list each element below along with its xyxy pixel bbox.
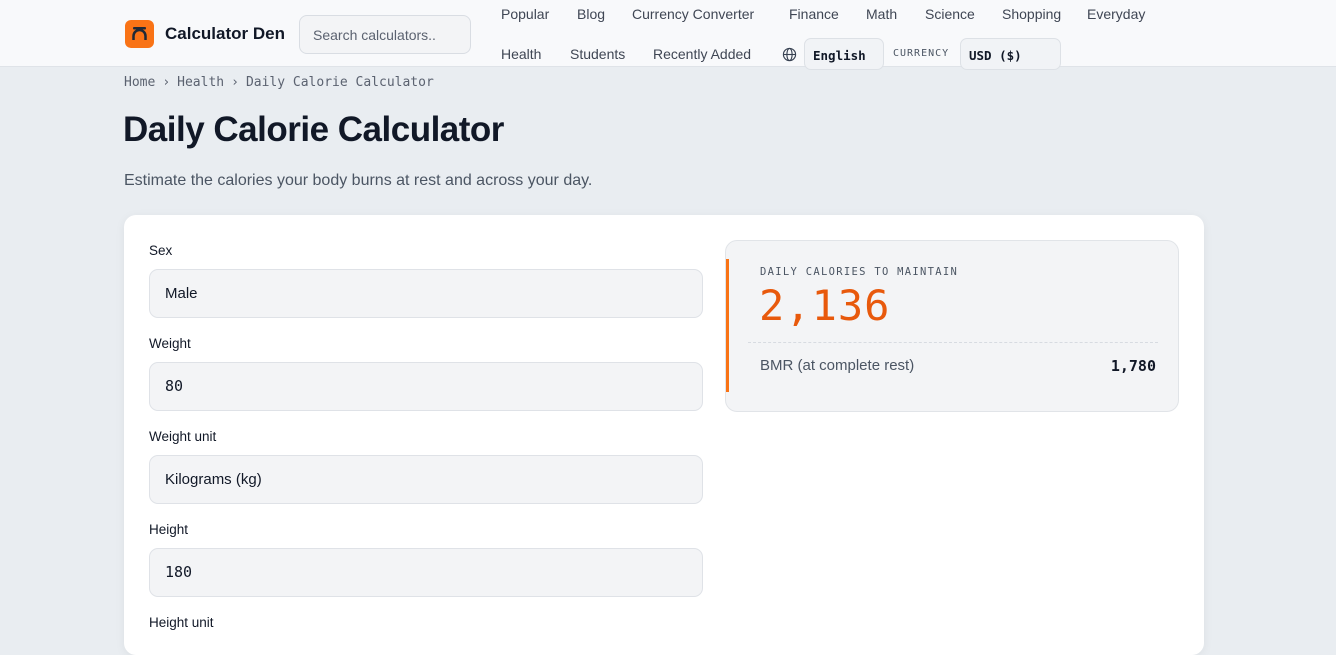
nav-popular[interactable]: Popular [501,6,549,22]
nav-recently-added[interactable]: Recently Added [653,46,751,62]
page-title: Daily Calorie Calculator [123,110,504,149]
currency-select[interactable]: USD ($) [960,38,1061,70]
bmr-value: 1,780 [1110,357,1156,375]
breadcrumb-separator: › [231,75,239,90]
result-divider [748,342,1158,343]
nav-blog[interactable]: Blog [577,6,605,22]
currency-label: CURRENCY [893,48,950,59]
breadcrumb-health[interactable]: Health [177,75,224,90]
height-label: Height [149,522,189,537]
nav-science[interactable]: Science [925,6,975,22]
language-select[interactable]: English [804,38,884,70]
result-label: DAILY CALORIES TO MAINTAIN [760,266,959,278]
height-input[interactable]: 180 [149,548,703,597]
nav-health[interactable]: Health [501,46,541,62]
search-input[interactable] [299,15,471,54]
globe-icon [782,47,797,67]
sex-select[interactable]: Male [149,269,703,318]
nav-finance[interactable]: Finance [789,6,839,22]
calculator-den-logo-icon[interactable] [125,20,154,48]
nav-students[interactable]: Students [570,46,625,62]
weight-unit-label: Weight unit [149,429,217,444]
breadcrumb: Home › Health › Daily Calorie Calculator [124,75,434,90]
site-header: Calculator Den Popular Blog Currency Con… [0,0,1336,70]
daily-calories-value: 2,136 [759,281,891,330]
nav-math[interactable]: Math [866,6,897,22]
breadcrumb-current: Daily Calorie Calculator [245,75,434,90]
nav-currency-converter[interactable]: Currency Converter [632,6,754,22]
weight-unit-select[interactable]: Kilograms (kg) [149,455,703,504]
result-accent-bar [726,259,729,392]
page-subtitle: Estimate the calories your body burns at… [124,172,593,189]
nav-everyday[interactable]: Everyday [1087,6,1145,22]
breadcrumb-separator: › [162,75,171,90]
sex-label: Sex [149,243,173,258]
brand-name[interactable]: Calculator Den [165,24,285,44]
nav-shopping[interactable]: Shopping [1002,6,1061,22]
breadcrumb-home[interactable]: Home [124,75,155,90]
weight-label: Weight [149,336,191,351]
bmr-label: BMR (at complete rest) [760,357,915,374]
weight-input[interactable]: 80 [149,362,703,411]
height-unit-label: Height unit [149,615,214,630]
